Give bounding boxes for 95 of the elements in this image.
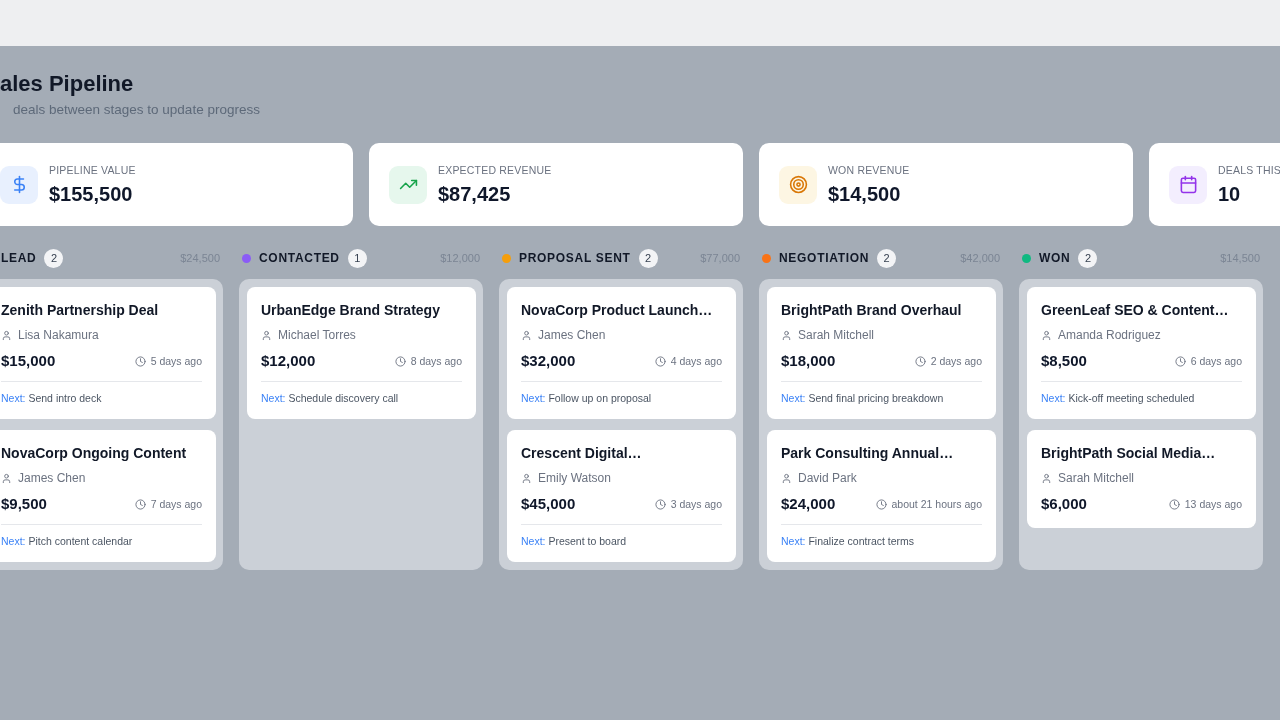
count-badge: 2 [638,248,658,268]
person-icon [1041,472,1052,484]
stage-name: LEAD [1,251,37,265]
next-step-text: Next: Send final pricing breakdown [781,391,945,405]
deal-title: NovaCorp Ongoing Content [1,444,188,462]
next-step-text: Next: Finalize contract terms [781,534,916,548]
next-step-text: Next: Schedule discovery call [261,391,400,405]
stat-label: DEALS THIS [1218,162,1280,177]
stage-name: WON [1039,251,1071,265]
deal-card[interactable]: Crescent Digital… Emily Watson $45,000 3 days ago Next: Present to board [507,430,736,562]
deal-card[interactable]: Zenith Partnership Deal Lisa Nakamura $15,000 5 days ago Next: Send intro deck [0,287,216,419]
clock-icon [134,355,146,367]
deal-amount: $12,000 [261,351,316,371]
dollar-icon [0,165,38,204]
time-ago: 2 days ago [930,355,982,367]
deal-amount: $24,000 [781,494,836,514]
deal-title: Zenith Partnership Deal [1,301,160,319]
clock-icon [654,355,666,367]
deal-title: Crescent Digital… [521,444,643,462]
deal-title: BrightPath Brand Overhaul [781,301,963,319]
next-step-text: Next: Pitch content calendar [1,534,134,548]
time-ago: 3 days ago [670,498,722,510]
stat-label: PIPELINE VALUE [49,162,136,177]
time-ago: 8 days ago [410,355,462,367]
deal-amount: $18,000 [781,351,836,371]
stat-label: WON REVENUE [828,162,910,177]
owner-name: James Chen [538,327,606,343]
person-icon [521,472,532,484]
person-icon [1,329,12,341]
stat-label: EXPECTED REVENUE [438,162,552,177]
deal-card[interactable]: Park Consulting Annual… David Park $24,000 about 21 hours ago Next: Finalize contract terms [767,430,996,562]
deal-amount: $45,000 [521,494,576,514]
person-icon [521,329,532,341]
person-icon [781,472,792,484]
next-step-text: Next: Send intro deck [1,391,103,405]
next-step-text: Next: Present to board [521,534,628,548]
page-subtitle: deals between stages to update progress [13,101,261,119]
owner-name: David Park [798,470,857,486]
deal-card[interactable]: UrbanEdge Brand Strategy Michael Torres $12,000 8 days ago Next: Schedule discovery call [247,287,476,419]
count-badge: 2 [1078,248,1098,268]
count-badge: 2 [44,248,64,268]
time-ago: about 21 hours ago [891,498,982,510]
deal-amount: $8,500 [1041,351,1087,371]
deal-title: UrbanEdge Brand Strategy [261,301,441,319]
time-ago: 13 days ago [1184,498,1242,510]
owner-name: Emily Watson [538,470,611,486]
deal-amount: $9,500 [1,494,47,514]
stat-value: 10 [1218,181,1242,207]
time-ago: 5 days ago [150,355,202,367]
owner-name: Lisa Nakamura [18,327,99,343]
time-ago: 7 days ago [150,498,202,510]
stat-value: $14,500 [828,181,902,207]
deal-card[interactable]: GreenLeaf SEO & Content… Amanda Rodriguez $8,500 6 days ago Next: Kick-off meeting scheduled [1027,287,1256,419]
time-ago: 6 days ago [1190,355,1242,367]
deal-amount: $15,000 [1,351,56,371]
deal-amount: $6,000 [1041,494,1087,514]
deal-amount: $32,000 [521,351,576,371]
person-icon [1041,329,1052,341]
person-icon [781,329,792,341]
stage-name: CONTACTED [259,251,340,265]
clock-icon [394,355,406,367]
deal-title: BrightPath Social Media… [1041,444,1217,462]
clock-icon [914,355,926,367]
owner-name: Amanda Rodriguez [1058,327,1161,343]
stage-name: NEGOTIATION [779,251,870,265]
count-badge: 2 [877,248,897,268]
clock-icon [134,498,146,510]
count-badge: 1 [347,248,367,268]
trending-up-icon [389,165,427,204]
deal-title: Park Consulting Annual… [781,444,955,462]
stat-value: $87,425 [438,181,512,207]
time-ago: 4 days ago [670,355,722,367]
clock-icon [1174,355,1186,367]
calendar-icon [1169,165,1207,204]
deal-card[interactable]: BrightPath Brand Overhaul Sarah Mitchell $18,000 2 days ago Next: Send final pricing breakdown [767,287,996,419]
next-step-text: Next: Follow up on proposal [521,391,653,405]
page-title: ales Pipeline [0,70,135,98]
clock-icon [654,498,666,510]
stat-value: $155,500 [49,181,134,207]
clock-icon [1168,498,1180,510]
target-icon [779,165,817,204]
person-icon [1,472,12,484]
deal-card[interactable]: NovaCorp Product Launch… James Chen $32,000 4 days ago Next: Follow up on proposal [507,287,736,419]
owner-name: Sarah Mitchell [1058,470,1135,486]
owner-name: Michael Torres [278,327,356,343]
stage-name: PROPOSAL SENT [519,251,631,265]
owner-name: Sarah Mitchell [798,327,875,343]
next-step-text: Next: Kick-off meeting scheduled [1041,391,1196,405]
clock-icon [875,498,887,510]
deal-title: GreenLeaf SEO & Content… [1041,301,1230,319]
deal-card[interactable]: BrightPath Social Media… Sarah Mitchell $6,000 13 days ago [1027,430,1256,528]
deal-card[interactable]: NovaCorp Ongoing Content James Chen $9,500 7 days ago Next: Pitch content calendar [0,430,216,562]
person-icon [261,329,272,341]
owner-name: James Chen [18,470,86,486]
deal-title: NovaCorp Product Launch… [521,301,714,319]
